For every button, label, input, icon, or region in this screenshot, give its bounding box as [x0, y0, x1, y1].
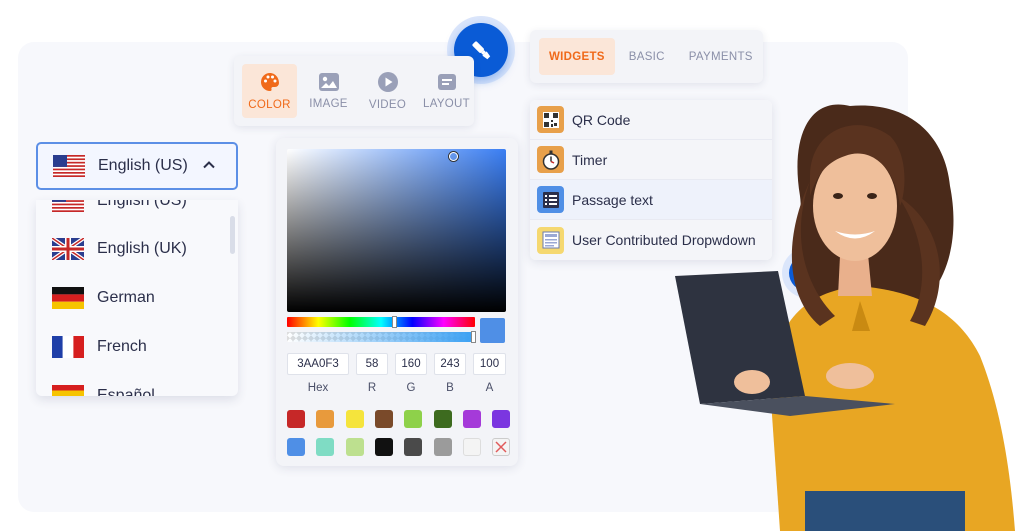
image-icon	[318, 73, 339, 91]
us-flag-icon	[53, 155, 85, 177]
uk-flag-icon	[52, 238, 84, 260]
selected-language: English (US)	[98, 157, 188, 174]
red-label: R	[367, 382, 377, 394]
color-swatch[interactable]	[316, 438, 335, 456]
no-color-swatch[interactable]	[492, 438, 511, 456]
france-flag-icon	[52, 336, 84, 358]
chevron-up-icon	[203, 161, 215, 169]
hex-input[interactable]: 3AA0F3	[287, 353, 349, 375]
color-swatch[interactable]	[492, 410, 511, 428]
alpha-input[interactable]: 100	[473, 353, 506, 375]
language-option-spanish[interactable]: Español	[52, 383, 155, 396]
color-swatch[interactable]	[345, 438, 364, 456]
hex-label: Hex	[307, 382, 329, 394]
passage-text-icon	[537, 186, 564, 213]
qr-code-icon	[537, 106, 564, 133]
color-swatch[interactable]	[404, 438, 423, 456]
palette-icon	[260, 73, 279, 91]
language-label: Español	[97, 387, 155, 396]
language-label: English (UK)	[97, 240, 187, 257]
color-picker: 3AA0F3 58 160 243 100 Hex R G B A	[276, 138, 518, 466]
spain-flag-icon	[52, 385, 84, 396]
germany-flag-icon	[52, 287, 84, 309]
color-preview	[480, 318, 505, 343]
scrollbar[interactable]	[230, 216, 235, 254]
tab-color[interactable]: COLOR	[242, 64, 297, 118]
language-option-en-us[interactable]: English (US)	[52, 200, 187, 214]
color-swatch[interactable]	[316, 410, 335, 428]
color-swatch[interactable]	[433, 438, 452, 456]
color-swatch[interactable]	[374, 410, 393, 428]
alpha-slider[interactable]	[287, 332, 475, 342]
widget-label: QR Code	[572, 111, 631, 128]
tab-label: VIDEO	[368, 99, 407, 111]
tab-label: LAYOUT	[423, 98, 470, 110]
tab-basic[interactable]: BASIC	[619, 38, 675, 75]
tab-payments[interactable]: PAYMENTS	[679, 38, 763, 75]
tab-image[interactable]: IMAGE	[301, 64, 356, 118]
red-input[interactable]: 58	[356, 353, 388, 375]
green-label: G	[406, 382, 416, 394]
us-flag-icon	[52, 200, 84, 212]
color-swatch[interactable]	[404, 410, 423, 428]
tab-label: COLOR	[248, 99, 291, 111]
blue-input[interactable]: 243	[434, 353, 466, 375]
color-swatch[interactable]	[462, 438, 481, 456]
blue-label: B	[446, 382, 454, 394]
widget-tab-bar: WIDGETS BASIC PAYMENTS	[530, 30, 763, 83]
language-option-french[interactable]: French	[52, 334, 147, 360]
language-options-list: English (US) English (UK) German French …	[36, 200, 238, 396]
saturation-value-area[interactable]	[287, 149, 506, 312]
green-input[interactable]: 160	[395, 353, 427, 375]
media-tab-bar: COLOR IMAGE VIDEO LAYOUT	[234, 56, 474, 126]
hue-handle[interactable]	[392, 316, 397, 328]
play-icon	[377, 72, 398, 92]
color-swatch[interactable]	[374, 438, 393, 456]
language-label: English (US)	[97, 200, 187, 209]
tab-video[interactable]: VIDEO	[360, 64, 415, 118]
language-label: German	[97, 289, 155, 306]
stopwatch-icon	[537, 146, 564, 173]
tab-layout[interactable]: LAYOUT	[419, 64, 474, 118]
tab-label: IMAGE	[309, 98, 348, 110]
tab-widgets[interactable]: WIDGETS	[539, 38, 615, 75]
language-option-en-uk[interactable]: English (UK)	[52, 236, 187, 262]
alpha-handle[interactable]	[471, 331, 476, 343]
layout-icon	[437, 74, 456, 90]
color-swatch[interactable]	[462, 410, 481, 428]
hue-slider[interactable]	[287, 317, 475, 327]
language-select[interactable]: English (US)	[36, 142, 238, 190]
widget-label: Passage text	[572, 191, 653, 208]
color-swatch[interactable]	[287, 410, 305, 428]
widget-label: Timer	[572, 151, 608, 168]
saturation-handle[interactable]	[449, 152, 458, 161]
alpha-label: A	[485, 382, 494, 394]
color-swatch[interactable]	[287, 438, 305, 456]
color-swatch[interactable]	[345, 410, 364, 428]
language-label: French	[97, 338, 147, 355]
color-swatch[interactable]	[433, 410, 452, 428]
language-option-german[interactable]: German	[52, 285, 155, 311]
dropdown-list-icon	[537, 226, 564, 254]
woman-with-laptop-image	[675, 104, 1015, 531]
